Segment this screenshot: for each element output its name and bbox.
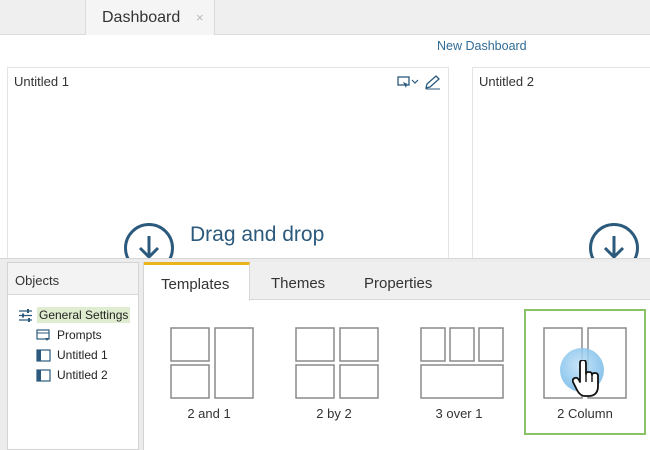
new-dashboard-title[interactable]: New Dashboard [437, 39, 527, 53]
template-2-and-1[interactable]: 2 and 1 [148, 309, 270, 435]
template-2-and-1-thumbnail [170, 327, 254, 399]
objects-title: Objects [15, 273, 60, 288]
tree-item-label: Prompts [57, 328, 102, 342]
panel-icon [36, 369, 51, 385]
format-tabs: Templates Themes Properties [144, 262, 650, 301]
panel-icon [36, 349, 51, 365]
template-2-by-2-thumbnail [295, 327, 379, 399]
panel-title: Untitled 1 [14, 74, 69, 89]
tree-item-label: Untitled 2 [57, 368, 108, 382]
widget-panel-2[interactable]: Untitled 2 [472, 67, 650, 273]
objects-header: Objects [8, 263, 138, 295]
visualization-picker-icon[interactable] [397, 76, 419, 88]
panel-tools [396, 74, 446, 90]
document-tab-strip: Dashboard × [0, 0, 650, 35]
template-2-by-2[interactable]: 2 by 2 [273, 309, 395, 435]
template-3-over-1[interactable]: 3 over 1 [398, 309, 520, 435]
template-label: 2 by 2 [316, 406, 352, 421]
tab-dashboard-label: Dashboard [102, 9, 181, 26]
tab-dashboard[interactable]: Dashboard × [85, 0, 215, 35]
tab-templates[interactable]: Templates [144, 262, 250, 301]
tab-themes[interactable]: Themes [271, 262, 325, 300]
template-label: 2 and 1 [187, 406, 231, 421]
tree-item-label: Untitled 1 [57, 348, 108, 362]
tab-properties[interactable]: Properties [364, 262, 432, 300]
objects-pane: Objects General Settings Prompts Untitle… [7, 262, 139, 450]
hand-pointer-icon [572, 360, 599, 397]
template-3-over-1-thumbnail [420, 327, 504, 399]
widget-panel-1[interactable]: Untitled 1 Drag and drop [7, 67, 449, 273]
close-icon[interactable]: × [196, 10, 204, 25]
template-label: 2 Column [557, 406, 613, 421]
prompts-icon [36, 329, 51, 346]
panel-title: Untitled 2 [479, 74, 534, 89]
drag-and-drop-hint: Drag and drop [190, 223, 325, 246]
template-label: 3 over 1 [435, 406, 483, 421]
settings-sliders-icon [18, 309, 33, 325]
tree-item-label: General Settings [37, 307, 131, 323]
edit-pencil-icon[interactable] [425, 75, 440, 90]
